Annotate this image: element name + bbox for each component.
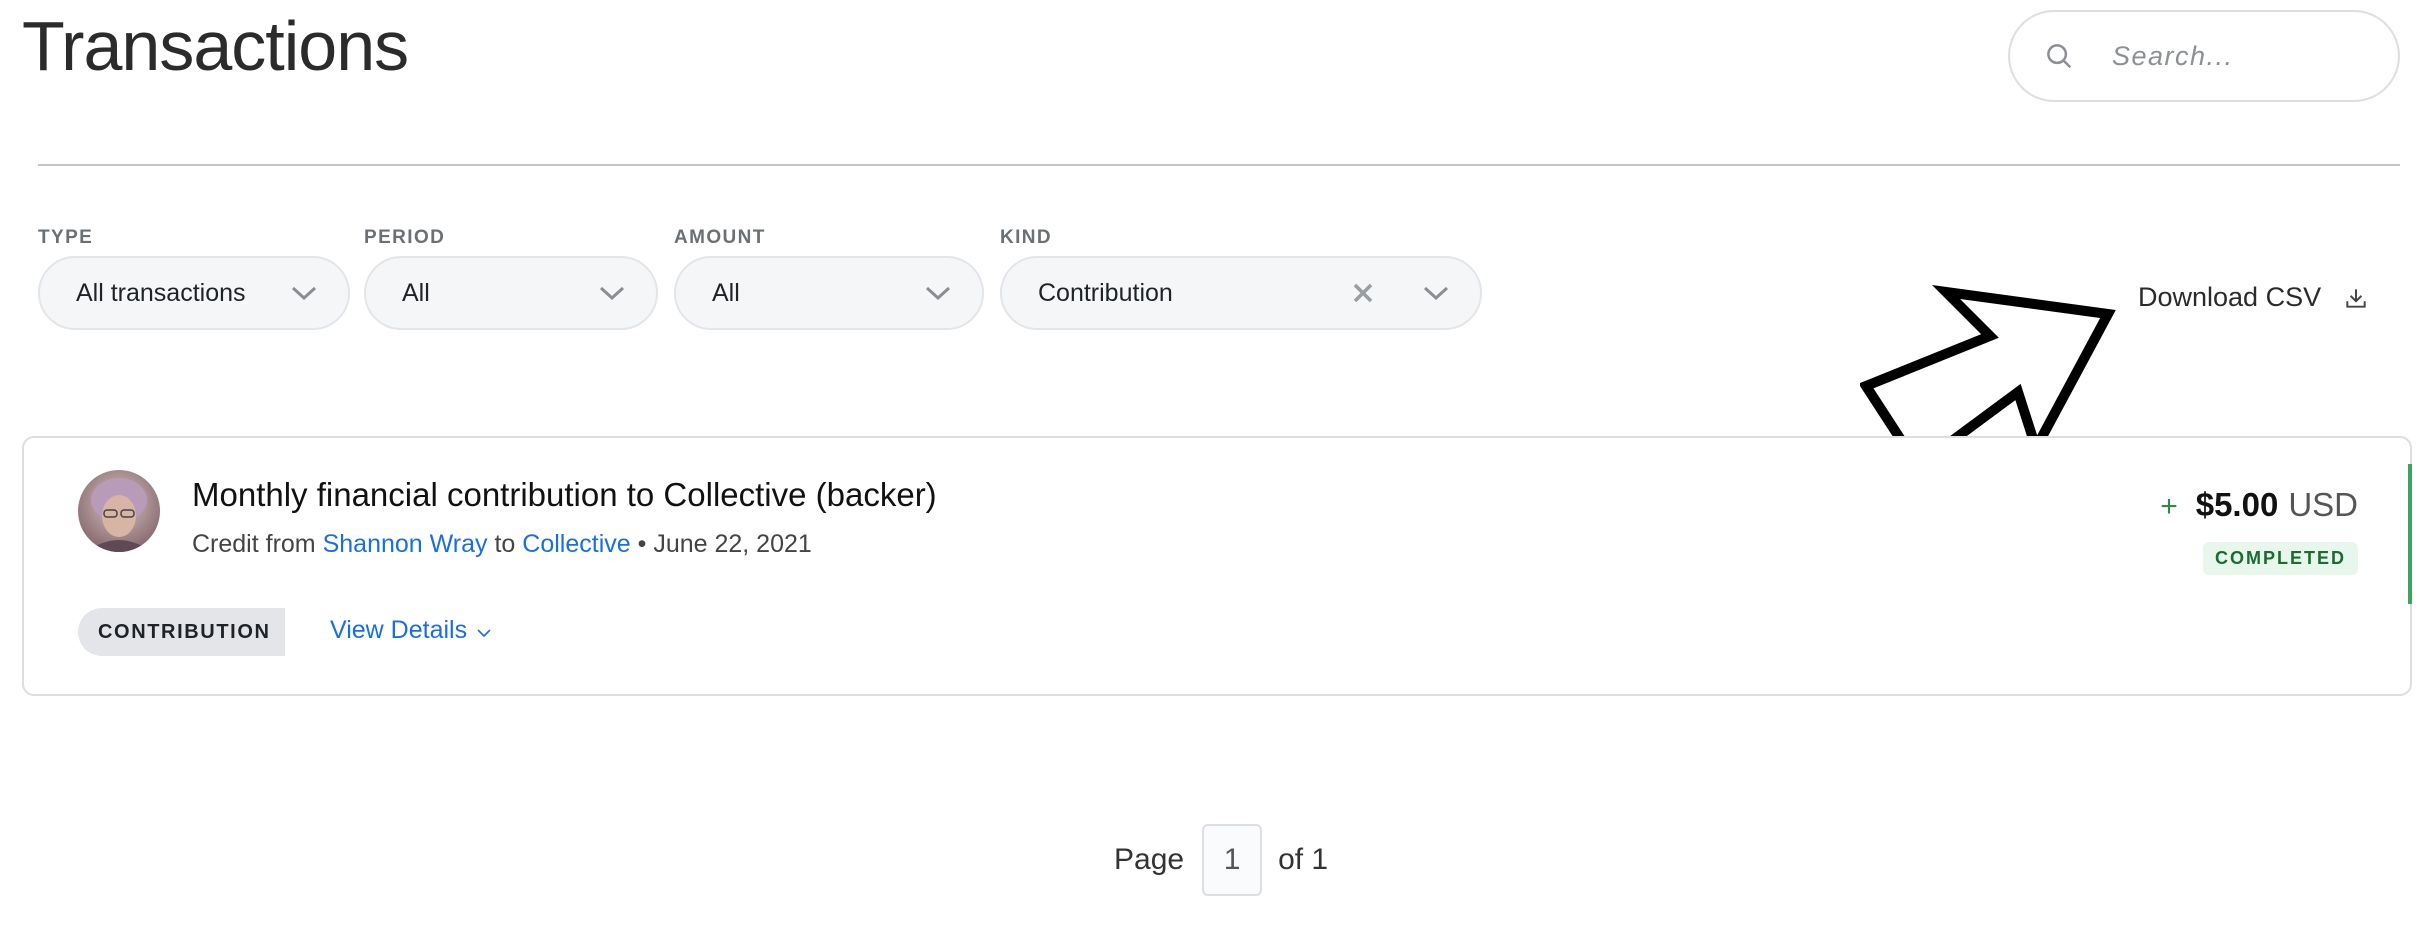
view-details-label: View Details xyxy=(330,616,468,644)
transaction-date: June 22, 2021 xyxy=(653,530,812,558)
to-word: to xyxy=(494,530,516,558)
kind-tag: CONTRIBUTION xyxy=(78,608,285,656)
transaction-meta: Credit from Shannon Wray to Collective •… xyxy=(192,530,812,559)
chevron-down-icon xyxy=(925,286,951,301)
filter-amount-value: All xyxy=(712,278,740,307)
to-account-link[interactable]: Collective xyxy=(522,530,630,558)
page-total: of 1 xyxy=(1278,843,1329,876)
transactions-page: Transactions TYPE All transactions PERIO… xyxy=(0,0,2430,936)
filter-type-select[interactable]: All transactions xyxy=(38,256,350,330)
search-icon xyxy=(2047,44,2072,69)
filter-period-label: PERIOD xyxy=(364,227,446,248)
transaction-title: Monthly financial contribution to Collec… xyxy=(192,476,937,513)
filter-amount-select[interactable]: All xyxy=(674,256,984,330)
chevron-down-icon xyxy=(1423,286,1449,301)
search-input[interactable] xyxy=(2110,39,2370,73)
filter-kind: KIND Contribution xyxy=(1000,224,1482,330)
filter-period: PERIOD All xyxy=(364,224,658,330)
filter-amount: AMOUNT All xyxy=(674,224,984,330)
chevron-down-icon xyxy=(599,286,625,301)
amount-value: $5.00 xyxy=(2195,486,2279,523)
download-csv-button[interactable]: Download CSV xyxy=(2138,282,2369,313)
credit-from-prefix: Credit from xyxy=(192,530,316,558)
clear-icon[interactable] xyxy=(1352,282,1374,304)
filter-type-value: All transactions xyxy=(76,278,246,307)
filter-kind-select[interactable]: Contribution xyxy=(1000,256,1482,330)
download-icon xyxy=(2346,288,2366,308)
filter-amount-label: AMOUNT xyxy=(674,227,766,248)
filter-type: TYPE All transactions xyxy=(38,224,350,330)
chevron-down-icon xyxy=(291,286,317,301)
filter-kind-value: Contribution xyxy=(1038,278,1173,307)
view-details-button[interactable]: View Details xyxy=(330,616,491,645)
download-csv-label: Download CSV xyxy=(2138,282,2322,312)
card-accent-bar xyxy=(2408,464,2412,604)
from-account-link[interactable]: Shannon Wray xyxy=(323,530,488,558)
filter-period-select[interactable]: All xyxy=(364,256,658,330)
search-box[interactable] xyxy=(2008,10,2400,102)
filter-kind-label: KIND xyxy=(1000,227,1053,248)
filter-period-value: All xyxy=(402,278,430,307)
page-title: Transactions xyxy=(22,7,409,85)
avatar[interactable] xyxy=(78,470,160,552)
meta-separator: • xyxy=(637,530,647,558)
amount-sign: + xyxy=(2160,490,2178,523)
page-word: Page xyxy=(1114,843,1185,876)
transaction-amount: + $5.00 USD xyxy=(2160,486,2358,524)
pagination: Page 1 of 1 xyxy=(1114,824,1328,896)
chevron-down-icon xyxy=(477,628,491,637)
filter-type-label: TYPE xyxy=(38,227,94,248)
page-number-input[interactable]: 1 xyxy=(1202,824,1263,896)
status-badge: COMPLETED xyxy=(2202,542,2358,575)
transaction-card: Monthly financial contribution to Collec… xyxy=(22,436,2412,696)
header-divider xyxy=(38,164,2400,166)
amount-currency: USD xyxy=(2288,486,2358,523)
